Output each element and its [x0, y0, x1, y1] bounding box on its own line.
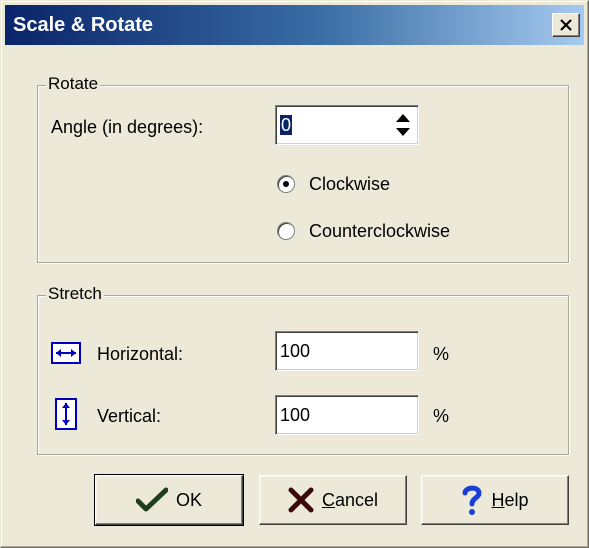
cancel-button[interactable]: Cancel — [259, 475, 407, 525]
window-title: Scale & Rotate — [13, 14, 154, 36]
vertical-label: Vertical: — [97, 406, 162, 426]
vertical-input[interactable]: 100 — [275, 395, 419, 435]
ok-label: OK — [175, 489, 202, 510]
help-label: Help — [491, 489, 529, 510]
ok-button[interactable]: OK — [94, 474, 244, 526]
close-icon — [560, 19, 572, 31]
checkmark-icon — [135, 487, 168, 513]
title-bar: Scale & Rotate — [5, 5, 584, 45]
help-button[interactable]: Help — [421, 475, 569, 525]
vertical-stretch-icon — [55, 398, 77, 430]
angle-label: Angle (in degrees): — [51, 117, 204, 137]
stretch-group-label: Stretch — [46, 284, 104, 304]
clockwise-label[interactable]: Clockwise — [309, 174, 390, 195]
counterclockwise-radio[interactable] — [277, 222, 295, 240]
angle-spinbox[interactable]: 0 — [275, 105, 419, 145]
counterclockwise-label[interactable]: Counterclockwise — [309, 221, 450, 242]
vertical-value[interactable]: 100 — [280, 405, 310, 426]
question-mark-icon — [461, 484, 483, 516]
close-button[interactable] — [552, 13, 580, 37]
horizontal-input[interactable]: 100 — [275, 331, 419, 371]
horizontal-unit: % — [433, 344, 450, 364]
vertical-unit: % — [433, 406, 450, 426]
x-mark-icon — [288, 487, 314, 513]
horizontal-label: Horizontal: — [97, 344, 184, 364]
scale-rotate-dialog: Scale & Rotate Rotate Angle (in degrees)… — [0, 0, 589, 548]
spin-arrows-icon[interactable] — [390, 108, 416, 142]
cancel-label: Cancel — [321, 489, 379, 510]
rotate-group-label: Rotate — [46, 74, 101, 94]
radio-selected-dot — [283, 181, 289, 187]
horizontal-value[interactable]: 100 — [280, 341, 310, 362]
angle-value[interactable]: 0 — [280, 115, 293, 135]
clockwise-radio[interactable] — [277, 175, 295, 193]
horizontal-stretch-icon — [51, 342, 81, 364]
